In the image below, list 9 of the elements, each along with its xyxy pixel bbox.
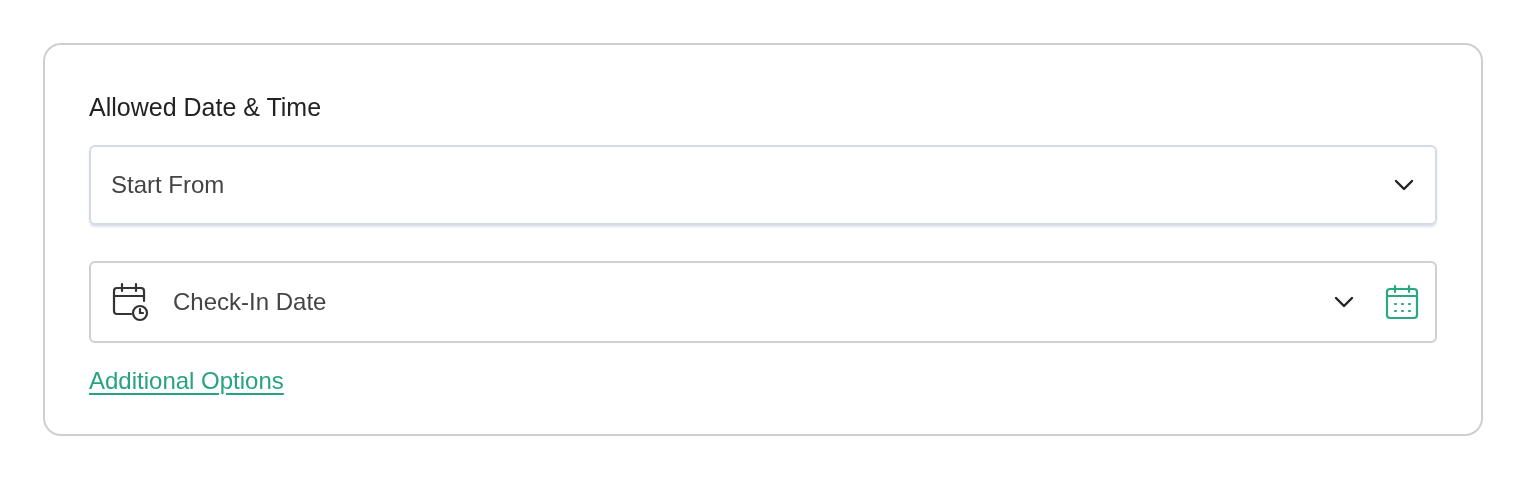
select-value: Check-In Date [173, 287, 328, 317]
start-from-select[interactable]: Start From [89, 145, 1437, 225]
section-title: Allowed Date & Time [89, 92, 323, 123]
calendar-icon[interactable] [1385, 284, 1419, 320]
chevron-down-icon [1393, 178, 1415, 192]
calendar-clock-icon [111, 282, 151, 322]
select-value: Start From [111, 170, 225, 200]
chevron-down-icon [1333, 295, 1355, 309]
check-in-date-select[interactable]: Check-In Date [89, 261, 1437, 343]
